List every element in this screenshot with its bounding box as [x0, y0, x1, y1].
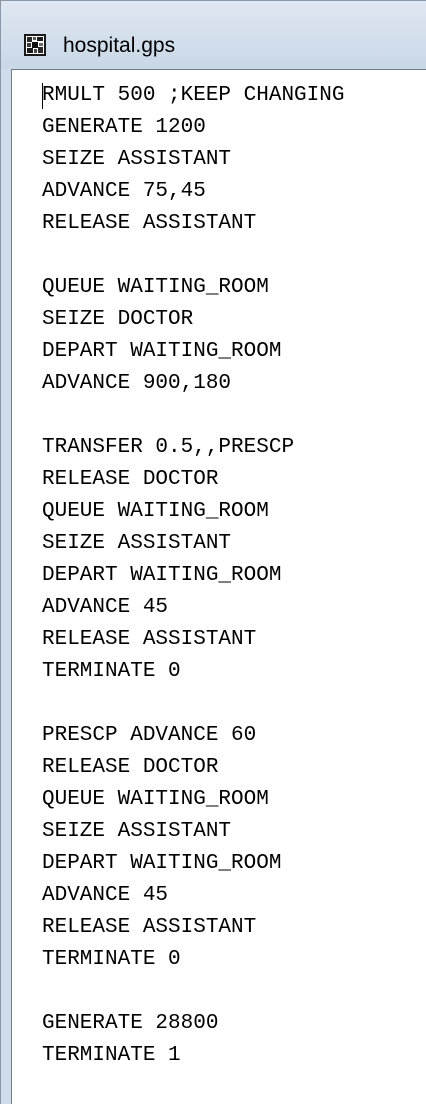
code-line[interactable]: DEPART WAITING_ROOM — [42, 560, 344, 592]
code-line[interactable]: DEPART WAITING_ROOM — [42, 848, 344, 880]
code-line[interactable]: TERMINATE 1 — [42, 1040, 344, 1072]
code-line[interactable]: RELEASE ASSISTANT — [42, 912, 344, 944]
code-line[interactable] — [42, 240, 344, 272]
code-line[interactable]: GENERATE 1200 — [42, 112, 344, 144]
code-line[interactable]: TERMINATE 0 — [42, 656, 344, 688]
code-line[interactable]: ADVANCE 45 — [42, 592, 344, 624]
code-line[interactable]: QUEUE WAITING_ROOM — [42, 784, 344, 816]
code-line[interactable] — [42, 688, 344, 720]
code-line[interactable]: RMULT 500 ;KEEP CHANGING — [42, 80, 344, 112]
code-line[interactable]: ADVANCE 75,45 — [42, 176, 344, 208]
code-text-area[interactable]: RMULT 500 ;KEEP CHANGING GENERATE 1200 SEI… — [42, 80, 344, 1072]
code-line[interactable] — [42, 976, 344, 1008]
title-bar[interactable]: hospital.gps — [1, 1, 426, 69]
code-line[interactable]: SEIZE ASSISTANT — [42, 528, 344, 560]
code-line[interactable]: RELEASE ASSISTANT — [42, 208, 344, 240]
code-line[interactable]: ADVANCE 900,180 — [42, 368, 344, 400]
code-line[interactable]: QUEUE WAITING_ROOM — [42, 496, 344, 528]
code-line[interactable]: RELEASE ASSISTANT — [42, 624, 344, 656]
code-line[interactable]: PRESCP ADVANCE 60 — [42, 720, 344, 752]
window-title: hospital.gps — [63, 34, 176, 57]
code-editor[interactable]: RMULT 500 ;KEEP CHANGING GENERATE 1200 SEI… — [11, 69, 426, 1104]
code-line[interactable]: SEIZE ASSISTANT — [42, 144, 344, 176]
code-line[interactable]: RELEASE DOCTOR — [42, 464, 344, 496]
code-line[interactable]: TERMINATE 0 — [42, 944, 344, 976]
editor-window: hospital.gps RMULT 500 ;KEEP CHANGING GEN… — [0, 0, 426, 1104]
code-line[interactable]: QUEUE WAITING_ROOM — [42, 272, 344, 304]
code-line[interactable] — [42, 400, 344, 432]
code-line[interactable]: TRANSFER 0.5,,PRESCP — [42, 432, 344, 464]
code-line[interactable]: RELEASE DOCTOR — [42, 752, 344, 784]
code-line[interactable]: SEIZE ASSISTANT — [42, 816, 344, 848]
code-line[interactable]: SEIZE DOCTOR — [42, 304, 344, 336]
code-line[interactable]: GENERATE 28800 — [42, 1008, 344, 1040]
gps-document-icon[interactable] — [23, 33, 47, 57]
code-line[interactable]: ADVANCE 45 — [42, 880, 344, 912]
code-line[interactable]: DEPART WAITING_ROOM — [42, 336, 344, 368]
